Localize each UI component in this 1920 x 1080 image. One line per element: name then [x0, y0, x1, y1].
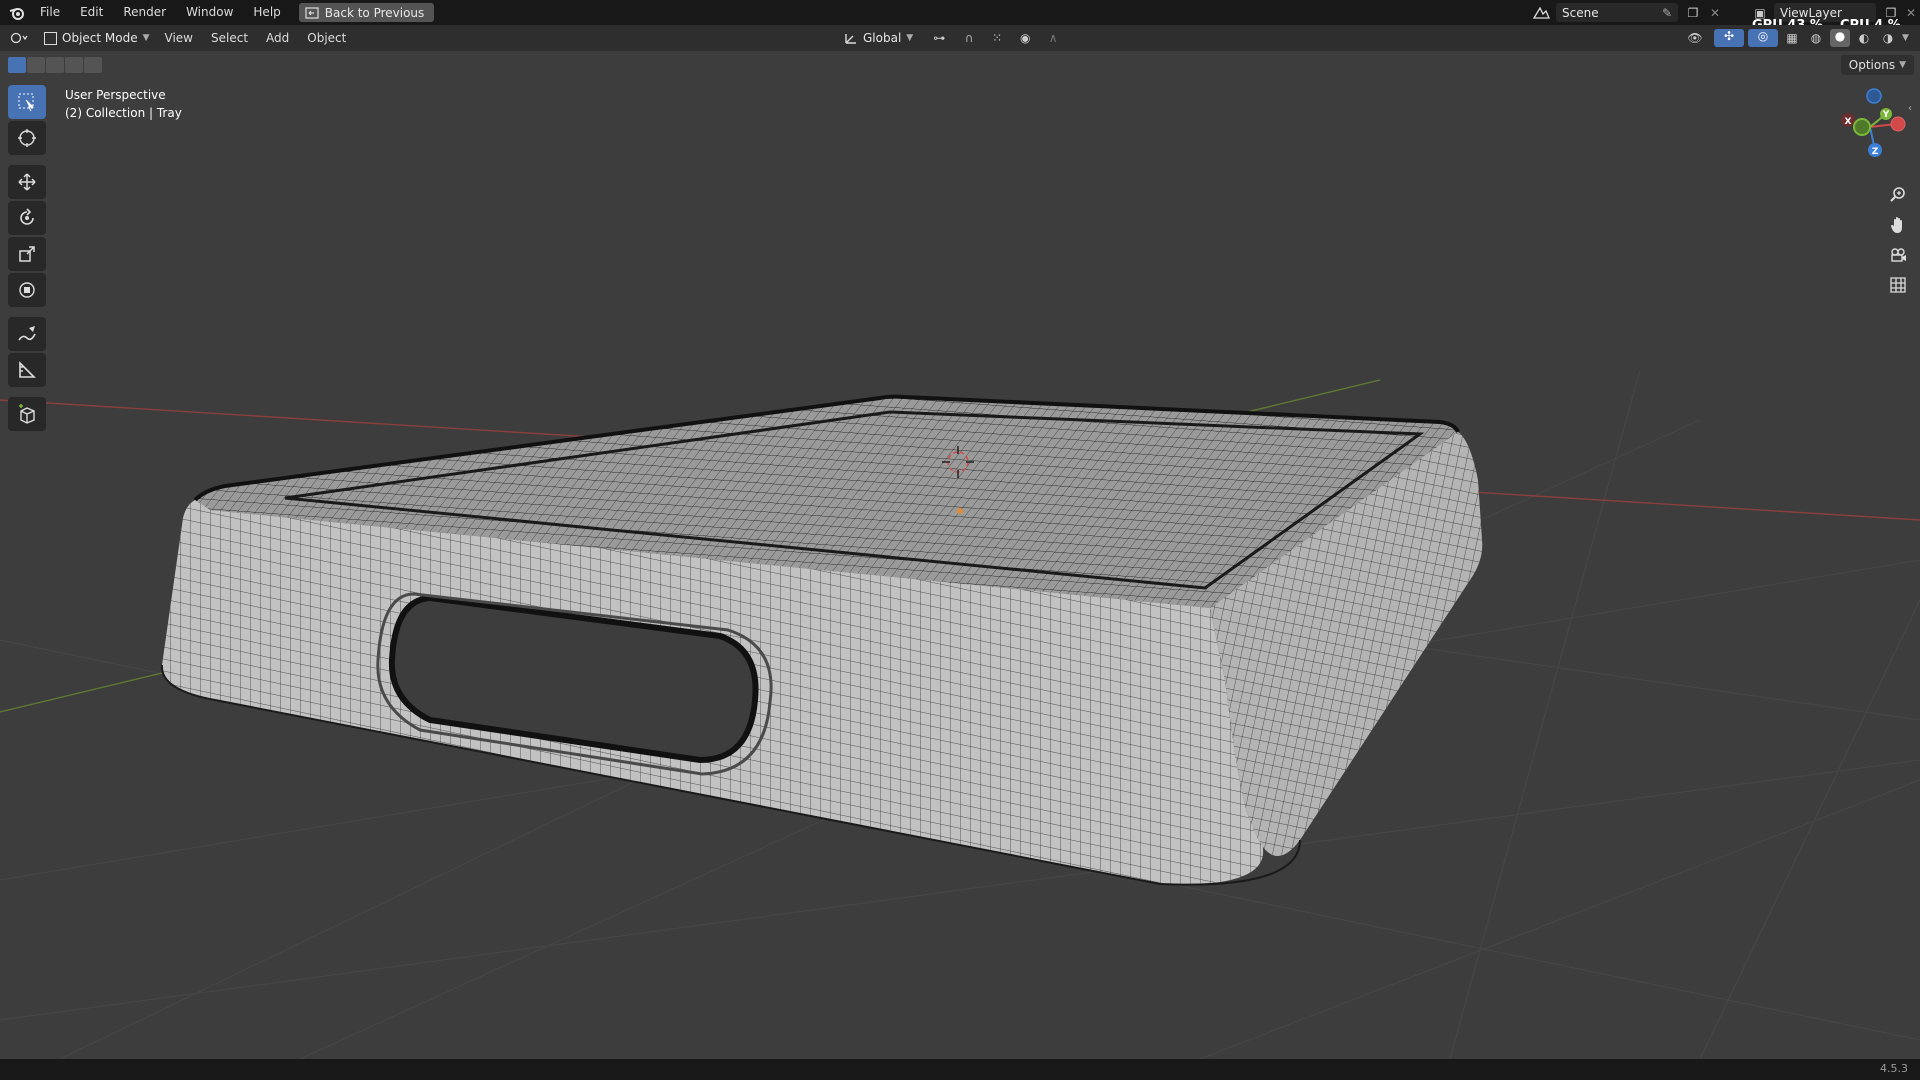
add-cube-icon	[19, 404, 35, 424]
active-collection-label: (2) Collection | Tray	[65, 106, 182, 120]
tool-shelf	[8, 85, 46, 431]
transform-tool[interactable]	[8, 273, 46, 307]
options-label: Options	[1848, 58, 1896, 72]
back-to-previous-label: Back to Previous	[324, 5, 425, 20]
pivot-point-icon[interactable]: ⊶	[925, 31, 953, 45]
gizmo-z-label: Z	[1872, 147, 1879, 157]
object-origin	[957, 508, 963, 514]
mode-label: Object Mode	[62, 31, 138, 45]
navigation-gizmo[interactable]: X Y Z	[1832, 85, 1912, 165]
view-perspective-label: User Perspective	[65, 88, 166, 102]
visibility-icon[interactable]: 👁	[1680, 31, 1710, 45]
xray-toggle-icon[interactable]: ▦	[1782, 31, 1802, 45]
rotate-icon	[20, 208, 34, 225]
solid-shading-icon[interactable]: ●	[1830, 29, 1850, 47]
3d-viewport[interactable]: User Perspective (2) Collection | Tray O…	[0, 51, 1920, 1059]
grid-icon	[1890, 277, 1906, 293]
viewport-scene[interactable]	[0, 51, 1920, 1059]
scene-name: Scene	[1562, 5, 1599, 20]
chevron-down-icon[interactable]: ▼	[1902, 33, 1914, 43]
gizmo-toggle-icon[interactable]: ✣	[1714, 29, 1744, 47]
back-icon	[305, 6, 319, 19]
menu-file[interactable]: File	[30, 0, 70, 25]
scale-icon	[19, 246, 35, 262]
move-icon	[18, 173, 36, 191]
chevron-down-icon: ▼	[1899, 60, 1906, 70]
viewport-info: User Perspective (2) Collection | Tray	[65, 86, 182, 122]
transform-orientation-icon	[845, 34, 856, 44]
pin-icon[interactable]: ✎	[1662, 6, 1672, 20]
add-cube-tool[interactable]	[8, 397, 46, 431]
ortho-toggle-button[interactable]	[1884, 271, 1912, 299]
editor-type-icon[interactable]	[0, 31, 38, 45]
chevron-down-icon: ▼	[142, 33, 150, 43]
camera-view-button[interactable]	[1884, 241, 1912, 269]
material-shading-icon[interactable]: ◐	[1854, 31, 1874, 45]
delete-view-layer-icon[interactable]: ✕	[1902, 6, 1920, 20]
orientation-label: Global	[863, 31, 902, 45]
select-box-tool[interactable]	[8, 85, 46, 119]
zoom-button[interactable]	[1884, 181, 1912, 209]
wireframe-shading-icon[interactable]: ◍	[1806, 31, 1826, 45]
snap-toggle-icon[interactable]: ∩	[959, 31, 979, 45]
menu-window[interactable]: Window	[176, 0, 243, 25]
select-subtract-icon[interactable]	[46, 57, 64, 73]
top-menu-bar: File Edit Render Window Help Back to Pre…	[0, 0, 1920, 33]
transform-icon	[19, 282, 35, 298]
menu-object[interactable]: Object	[298, 31, 355, 45]
camera-icon	[1891, 248, 1906, 262]
gizmo-neg-z-icon[interactable]	[1866, 88, 1882, 104]
select-invert-icon[interactable]	[65, 57, 83, 73]
select-box-icon	[18, 93, 35, 112]
menu-add[interactable]: Add	[257, 31, 298, 45]
blender-logo-icon[interactable]	[4, 0, 30, 25]
rotate-tool[interactable]	[8, 201, 46, 235]
version-label: 4.5.3	[1880, 1062, 1908, 1075]
options-dropdown[interactable]: Options ▼	[1840, 55, 1914, 75]
orientation-dropdown[interactable]: Global ▼	[838, 29, 919, 47]
proportional-edit-icon[interactable]: ◉	[1015, 31, 1035, 45]
measure-tool[interactable]	[8, 353, 46, 387]
move-tool[interactable]	[8, 165, 46, 199]
mode-dropdown[interactable]: Object Mode ▼	[38, 29, 156, 47]
menu-help[interactable]: Help	[243, 0, 290, 25]
gizmo-pos-x-icon[interactable]	[1890, 116, 1906, 132]
status-bar: 4.5.3	[0, 1059, 1920, 1080]
scene-selector-icon[interactable]	[1526, 6, 1556, 20]
select-intersect-icon[interactable]	[84, 57, 102, 73]
measure-icon	[19, 361, 36, 378]
cursor-icon	[18, 129, 36, 147]
scale-tool[interactable]	[8, 237, 46, 271]
new-scene-icon[interactable]: ❐	[1682, 6, 1704, 20]
select-new-icon[interactable]	[8, 57, 26, 73]
snap-target-icon[interactable]: ⁙	[985, 31, 1009, 45]
sidebar-toggle-icon[interactable]: ‹	[1908, 103, 1918, 114]
select-extend-icon[interactable]	[27, 57, 45, 73]
hand-icon	[1891, 217, 1902, 233]
back-to-previous-button[interactable]: Back to Previous	[298, 3, 435, 22]
rendered-shading-icon[interactable]: ◑	[1878, 31, 1898, 45]
delete-scene-icon[interactable]: ✕	[1704, 6, 1726, 20]
gizmo-neg-y-icon[interactable]	[1853, 118, 1871, 136]
menu-select[interactable]: Select	[202, 31, 257, 45]
zoom-icon	[1890, 187, 1905, 202]
chevron-down-icon: ▼	[906, 33, 914, 43]
overlay-toggle-icon[interactable]: ◎	[1748, 29, 1778, 47]
annotate-tool[interactable]	[8, 317, 46, 351]
cursor-tool[interactable]	[8, 121, 46, 155]
menu-render[interactable]: Render	[113, 0, 176, 25]
menu-edit[interactable]: Edit	[70, 0, 113, 25]
menu-view[interactable]: View	[156, 31, 202, 45]
viewport-header: Object Mode ▼ View Select Add Object Glo…	[0, 25, 1920, 51]
falloff-icon[interactable]: ∧	[1041, 31, 1065, 45]
scene-field[interactable]: Scene ✎	[1556, 3, 1678, 22]
object-mode-icon	[44, 31, 57, 45]
gizmo-x-label: X	[1845, 117, 1852, 127]
annotate-icon	[18, 326, 36, 341]
select-mode-buttons	[8, 57, 102, 73]
pan-button[interactable]	[1884, 211, 1912, 239]
gizmo-y-label: Y	[1882, 110, 1890, 120]
